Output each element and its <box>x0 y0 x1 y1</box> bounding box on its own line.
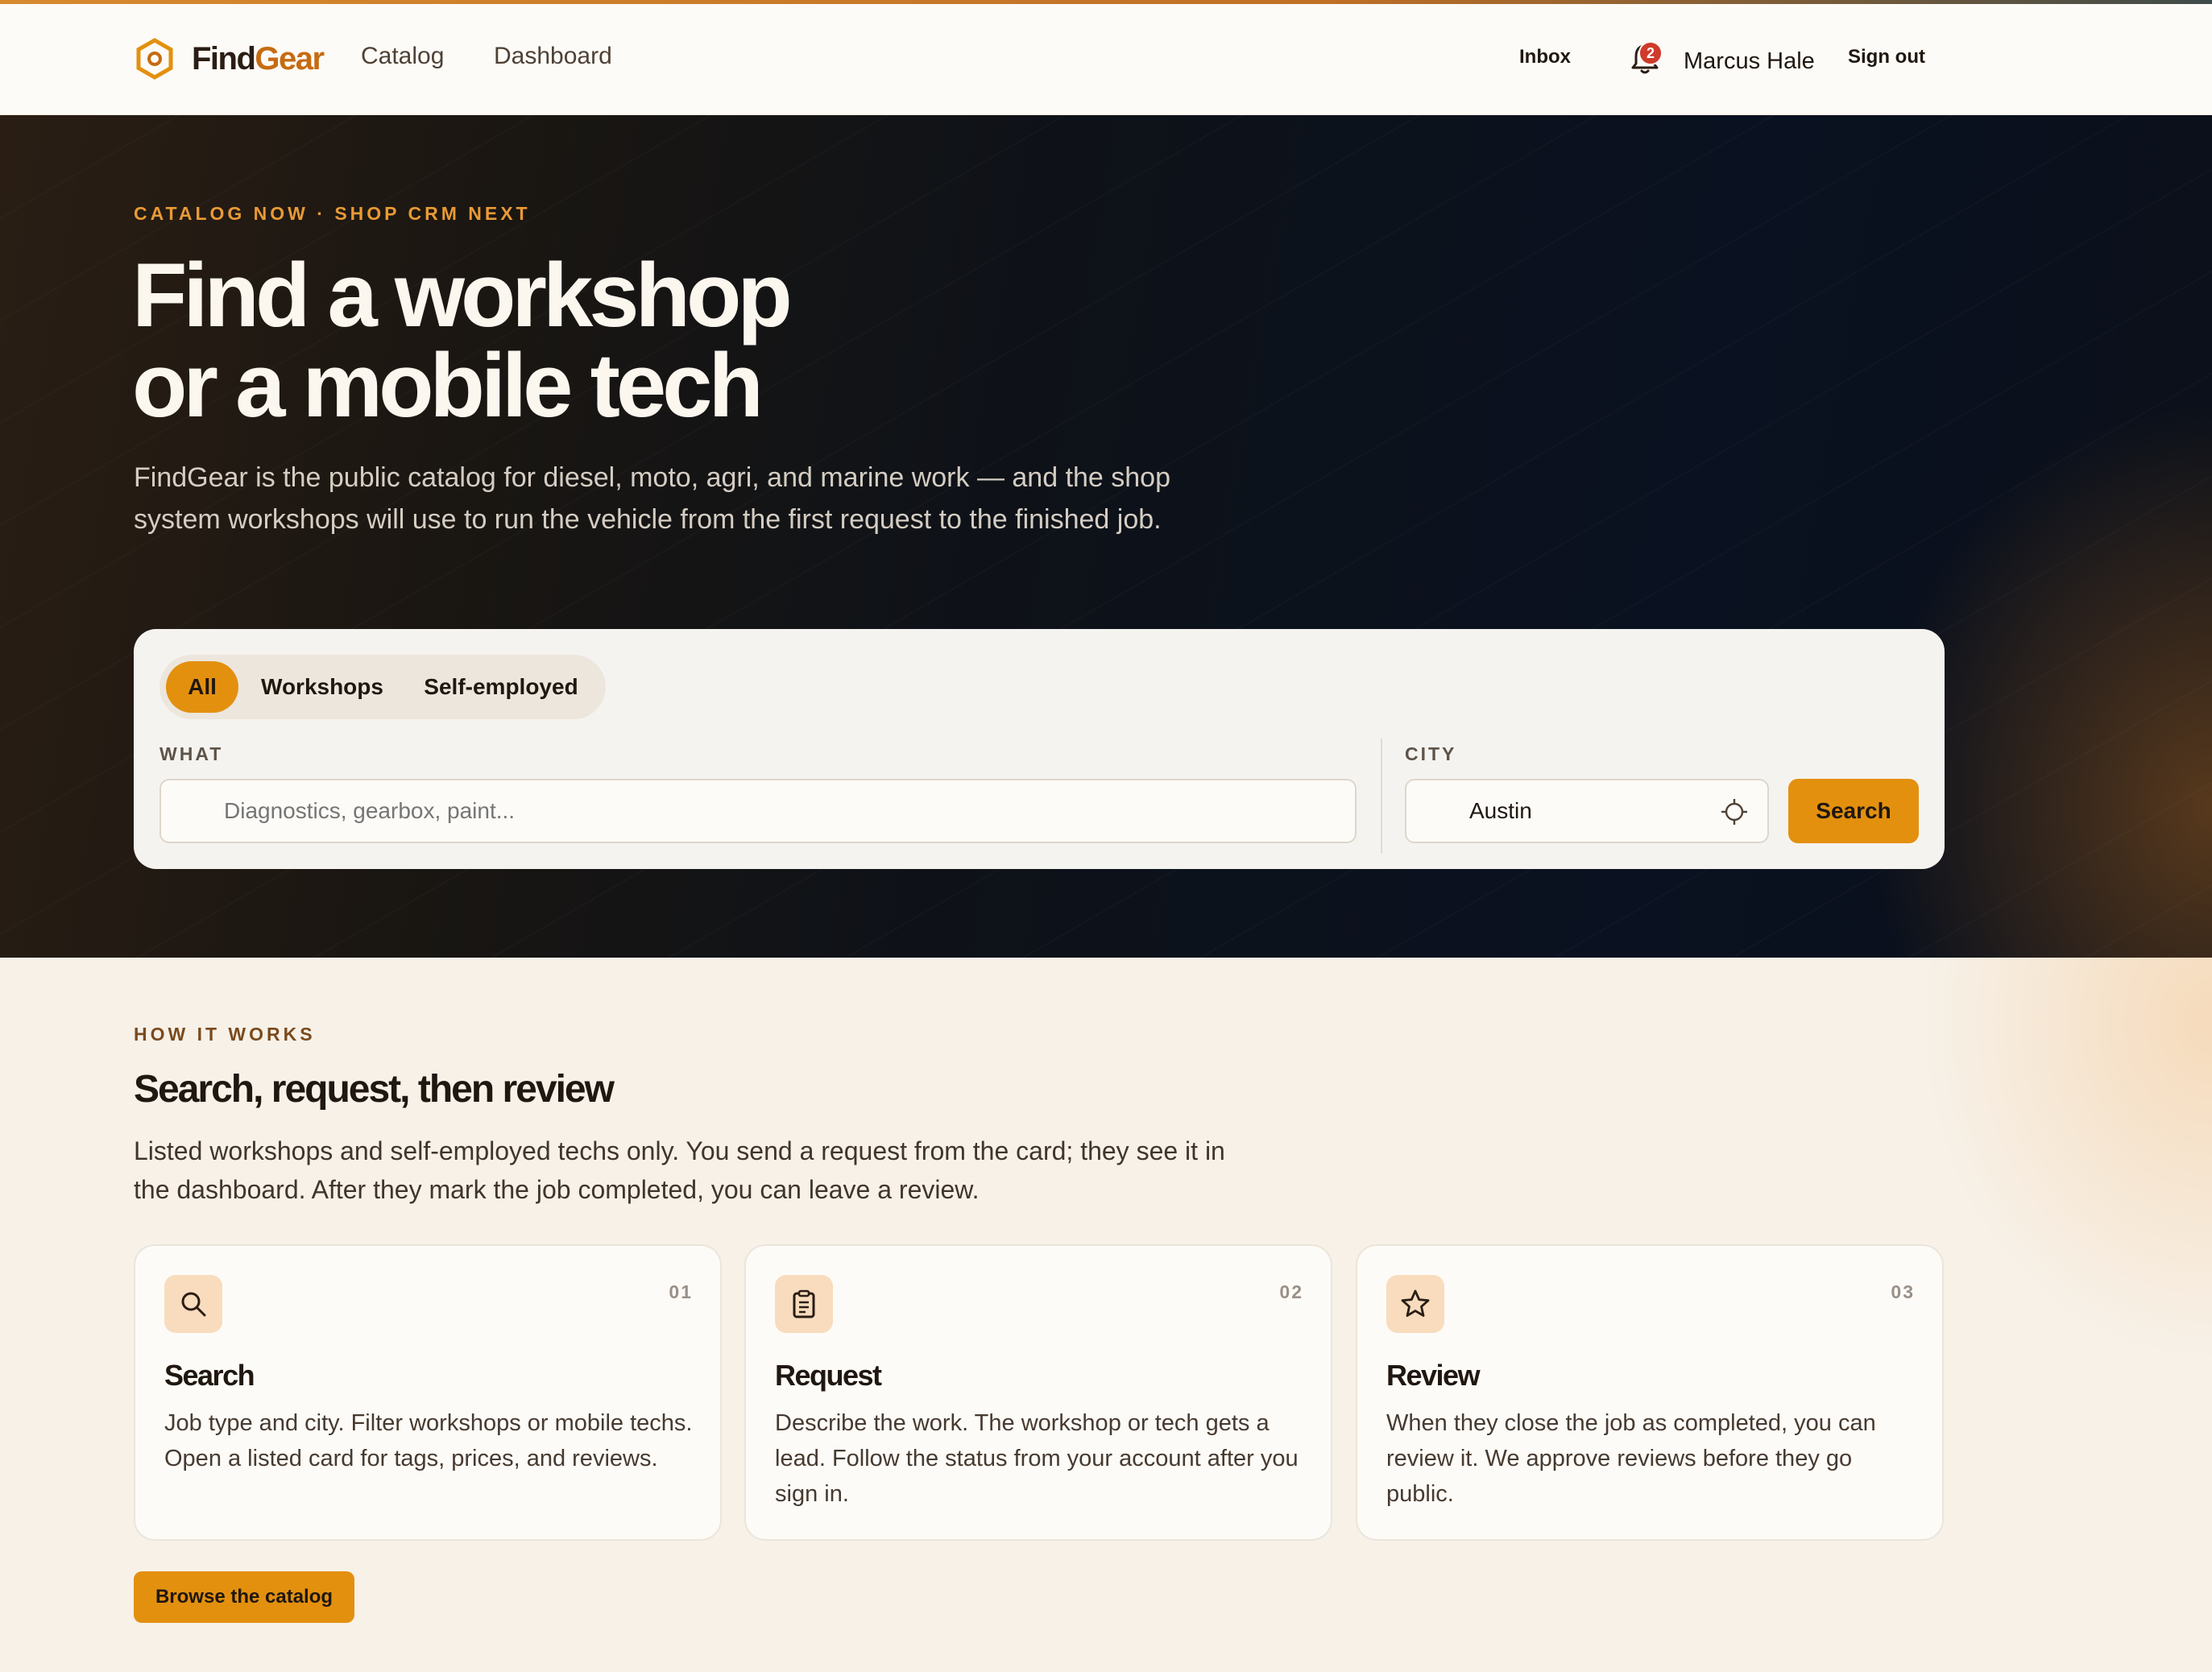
search-card: All Workshops Self-employed WHAT CITY Se… <box>134 629 1945 869</box>
locate-me-icon[interactable] <box>1721 798 1748 826</box>
tab-all[interactable]: All <box>166 661 238 713</box>
logo[interactable]: FindGear <box>134 38 325 80</box>
browse-catalog-button[interactable]: Browse the catalog <box>134 1571 354 1623</box>
how-description: Listed workshops and self-employed techs… <box>134 1136 1225 1204</box>
step-icon-badge <box>1386 1275 1444 1333</box>
brand-name-part1: Find <box>192 40 256 77</box>
city-label: CITY <box>1405 743 1457 764</box>
tab-self-employed[interactable]: Self-employed <box>404 661 598 713</box>
hero-description: FindGear is the public catalog for diese… <box>134 462 1171 535</box>
sign-out-link[interactable]: Sign out <box>1848 46 1925 68</box>
notification-count-badge: 2 <box>1638 41 1663 65</box>
what-search-input[interactable] <box>159 779 1357 843</box>
step-title: Search <box>164 1359 255 1392</box>
hexagon-logo-icon <box>136 38 173 80</box>
hero-title-line2: or a mobile tech <box>132 335 764 436</box>
how-eyebrow: HOW IT WORKS <box>134 1024 316 1045</box>
top-nav: FindGear Catalog Dashboard Inbox 2 Marcu… <box>0 4 2212 115</box>
inbox-link[interactable]: Inbox <box>1519 46 1571 68</box>
step-title: Request <box>775 1359 882 1392</box>
step-card-request: 02 Request Describe the work. The worksh… <box>744 1244 1332 1541</box>
step-description: When they close the job as completed, yo… <box>1386 1410 1876 1507</box>
field-divider <box>1381 739 1382 853</box>
star-icon <box>1401 1289 1430 1317</box>
brand-name: FindGear <box>192 40 325 77</box>
city-input[interactable] <box>1405 779 1769 843</box>
step-icon-badge <box>164 1275 222 1333</box>
step-description: Describe the work. The workshop or tech … <box>775 1410 1299 1507</box>
clipboard-icon <box>793 1289 815 1318</box>
nav-link-catalog[interactable]: Catalog <box>361 43 444 70</box>
type-filter-segmented-control: All Workshops Self-employed <box>159 655 606 719</box>
step-number: 02 <box>1279 1281 1303 1302</box>
step-description: Job type and city. Filter workshops or m… <box>164 1410 693 1471</box>
step-icon-badge <box>775 1275 833 1333</box>
search-button[interactable]: Search <box>1788 779 1919 843</box>
step-card-review: 03 Review When they close the job as com… <box>1356 1244 1944 1541</box>
brand-name-part2: Gear <box>255 40 325 77</box>
how-title: Search, request, then review <box>134 1068 615 1111</box>
hero-section: CATALOG NOW · SHOP CRM NEXT Find a works… <box>0 115 2212 958</box>
nav-link-dashboard[interactable]: Dashboard <box>494 43 612 70</box>
hero-title-line1: Find a workshop <box>132 245 793 346</box>
what-label: WHAT <box>159 743 224 764</box>
user-name[interactable]: Marcus Hale <box>1684 48 1815 75</box>
hero-eyebrow: CATALOG NOW · SHOP CRM NEXT <box>134 203 531 224</box>
how-it-works-section: HOW IT WORKS Search, request, then revie… <box>0 958 2212 1672</box>
step-card-search: 01 Search Job type and city. Filter work… <box>134 1244 722 1541</box>
search-icon <box>181 1292 206 1317</box>
hero-title: Find a workshop or a mobile tech <box>132 250 1099 431</box>
step-title: Review <box>1386 1359 1481 1392</box>
step-number: 01 <box>669 1281 693 1302</box>
tab-workshops[interactable]: Workshops <box>246 661 398 713</box>
step-number: 03 <box>1891 1281 1915 1302</box>
